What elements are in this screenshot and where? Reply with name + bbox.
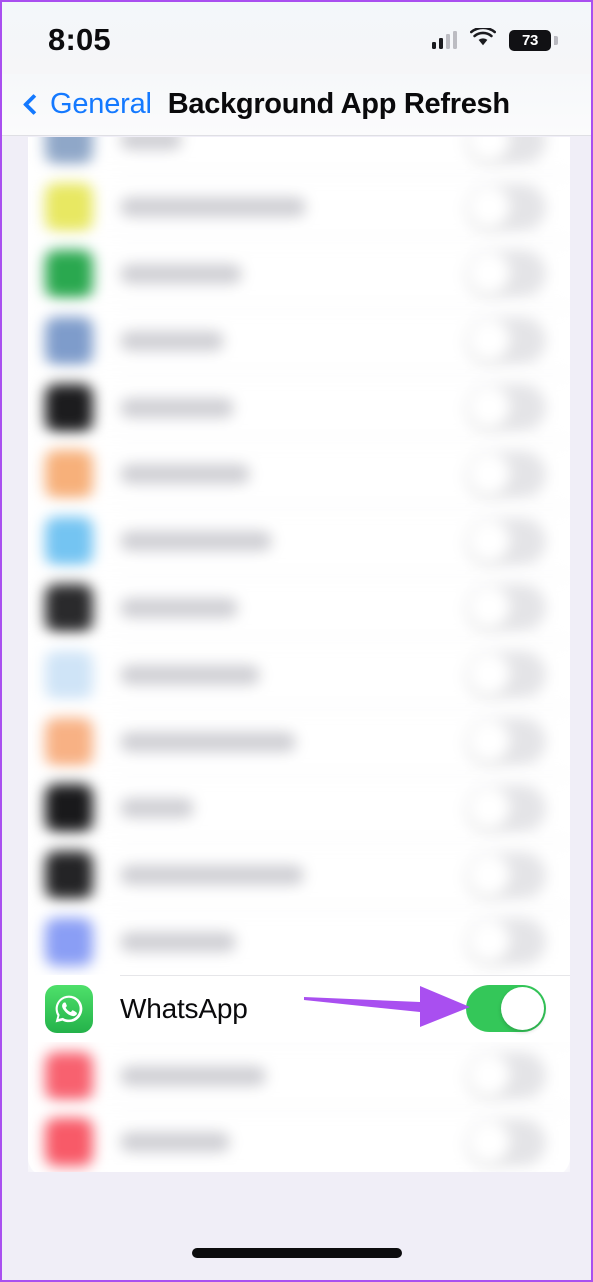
cellular-signal-icon	[431, 31, 457, 49]
app-row[interactable]	[28, 507, 570, 575]
app-list: WhatsApp	[28, 137, 570, 1172]
app-label	[120, 197, 306, 218]
toggle-knob	[468, 853, 511, 897]
app-row[interactable]	[28, 1042, 570, 1109]
toggle-knob	[468, 920, 511, 964]
navigation-bar: General Background App Refresh	[2, 74, 591, 136]
app-refresh-toggle[interactable]	[466, 1052, 546, 1100]
toggle-knob	[468, 519, 511, 563]
app-label	[120, 1065, 266, 1086]
toggle-knob	[468, 252, 511, 296]
app-icon	[45, 249, 93, 298]
app-label	[120, 531, 272, 552]
app-refresh-toggle[interactable]	[466, 250, 546, 298]
whatsapp-toggle[interactable]	[466, 985, 546, 1033]
app-row[interactable]	[28, 1108, 570, 1172]
app-icon	[45, 917, 93, 966]
app-row[interactable]	[28, 708, 570, 775]
app-label	[120, 731, 296, 752]
toggle-knob	[468, 1054, 511, 1098]
app-label	[120, 397, 234, 418]
app-row[interactable]	[28, 307, 570, 375]
home-indicator	[191, 1248, 402, 1258]
app-label	[120, 137, 182, 151]
battery-icon: 73	[509, 29, 558, 51]
app-refresh-toggle[interactable]	[466, 584, 546, 632]
app-refresh-toggle[interactable]	[466, 137, 546, 164]
toggle-knob	[468, 1120, 511, 1164]
toggle-knob	[468, 386, 511, 430]
app-icon	[45, 583, 93, 632]
app-row[interactable]	[28, 774, 570, 842]
app-row[interactable]	[28, 841, 570, 909]
app-icon	[45, 784, 93, 833]
status-bar-time: 8:05	[48, 22, 111, 57]
status-bar-icons: 73	[431, 26, 558, 52]
phone-frame: 8:05 73 General Background App Refresh W…	[0, 0, 593, 1282]
app-label	[120, 597, 238, 618]
app-refresh-toggle[interactable]	[466, 450, 546, 498]
app-label: WhatsApp	[120, 992, 248, 1024]
app-icon	[45, 1051, 93, 1100]
app-refresh-toggle[interactable]	[466, 317, 546, 365]
page-title: Background App Refresh	[167, 88, 510, 120]
app-row[interactable]	[28, 173, 570, 241]
back-button-label: General	[50, 88, 152, 120]
app-icon	[45, 1118, 93, 1167]
app-refresh-toggle[interactable]	[466, 918, 546, 966]
app-icon	[45, 316, 93, 365]
toggle-knob	[468, 452, 511, 496]
app-label	[120, 263, 242, 284]
back-button[interactable]: General	[18, 88, 152, 121]
app-icon	[45, 450, 93, 499]
app-icon	[45, 650, 93, 699]
app-row[interactable]	[28, 440, 570, 508]
app-label	[120, 464, 250, 485]
app-refresh-toggle[interactable]	[466, 718, 546, 766]
app-refresh-toggle[interactable]	[466, 651, 546, 699]
app-row[interactable]	[28, 374, 570, 441]
app-label	[120, 664, 260, 685]
app-row[interactable]	[28, 574, 570, 642]
toggle-knob	[468, 720, 511, 764]
chevron-left-icon	[22, 93, 45, 116]
app-row[interactable]	[28, 908, 570, 976]
app-label	[120, 865, 304, 886]
whatsapp-icon	[45, 984, 93, 1033]
toggle-knob	[468, 786, 511, 830]
toggle-knob	[468, 319, 511, 363]
battery-percent-label: 73	[521, 31, 539, 49]
app-refresh-toggle[interactable]	[466, 851, 546, 899]
app-label	[120, 1132, 230, 1153]
toggle-knob	[501, 987, 544, 1031]
app-row[interactable]	[28, 240, 570, 308]
toggle-knob	[468, 586, 511, 630]
app-icon	[45, 717, 93, 766]
toggle-knob	[468, 653, 511, 697]
app-icon	[45, 183, 93, 232]
app-icon	[45, 517, 93, 566]
status-bar: 8:05 73	[2, 2, 591, 74]
app-icon	[45, 137, 93, 165]
app-icon	[45, 383, 93, 432]
app-row[interactable]	[28, 641, 570, 709]
app-row[interactable]	[28, 137, 570, 174]
app-row-whatsapp[interactable]: WhatsApp	[28, 975, 570, 1043]
toggle-knob	[468, 137, 511, 162]
app-refresh-toggle[interactable]	[466, 384, 546, 432]
app-refresh-toggle[interactable]	[466, 517, 546, 565]
app-refresh-toggle[interactable]	[466, 784, 546, 832]
app-refresh-toggle[interactable]	[466, 1118, 546, 1166]
wifi-icon	[470, 26, 496, 52]
toggle-knob	[468, 185, 511, 229]
app-label	[120, 330, 224, 351]
app-list-scroll-area[interactable]: WhatsApp	[28, 137, 570, 1172]
app-refresh-toggle[interactable]	[466, 183, 546, 231]
app-label	[120, 931, 236, 952]
app-icon	[45, 851, 93, 900]
app-label	[120, 798, 194, 819]
